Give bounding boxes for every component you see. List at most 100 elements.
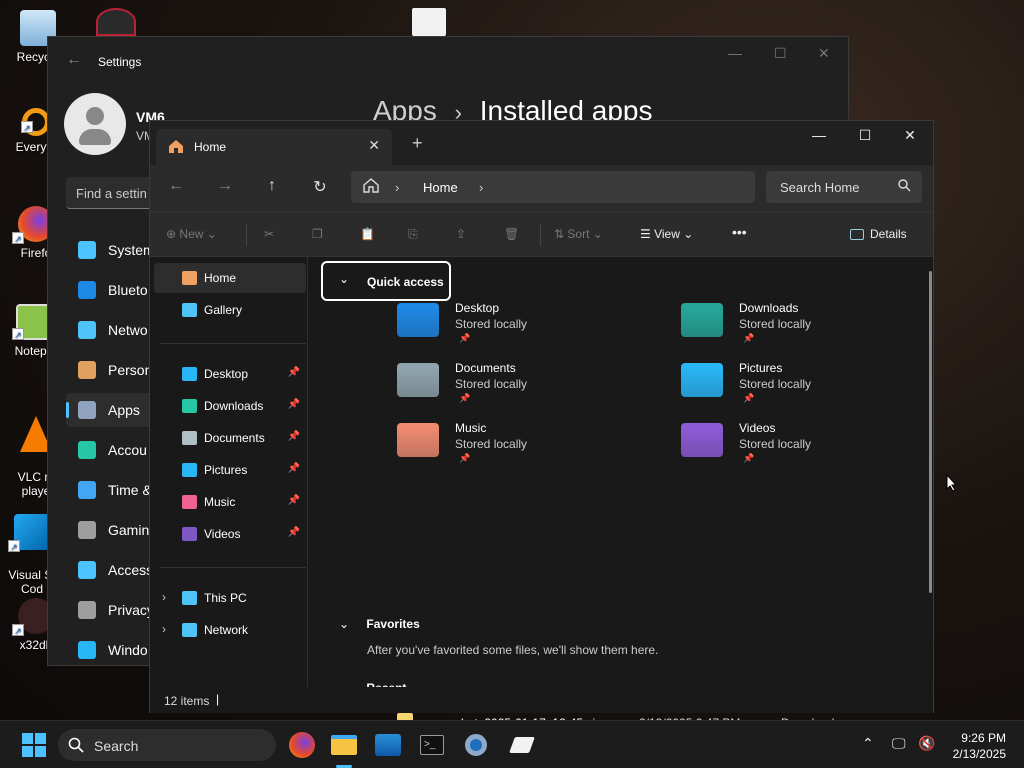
new-tab-icon[interactable]: + <box>412 133 423 154</box>
cut-icon[interactable]: ✂ <box>264 227 274 241</box>
content-area: ⌄ Quick access Desktop Stored locally 📌 Dow… <box>309 257 933 767</box>
nav-item-pictures[interactable]: Pictures 📌 <box>154 455 306 485</box>
command-bar: ⊕ New ⌄ ✂ ❐ 📋 ⎘ ⇪ 🗑 ⇅ Sort ⌄ ☰ View ⌄ ••… <box>150 211 933 257</box>
taskbar-file-explorer[interactable] <box>328 729 360 768</box>
quick-access-header[interactable]: ⌄ Quick access <box>321 261 451 301</box>
chevron-right-icon[interactable]: › <box>395 180 399 195</box>
sort-button[interactable]: ⇅ Sort ⌄ <box>554 227 603 241</box>
divider <box>160 343 306 344</box>
favorites-empty-text: After you've favorited some files, we'll… <box>367 643 659 657</box>
close-icon[interactable]: ✕ <box>818 45 830 62</box>
quick-access-videos[interactable]: Videos Stored locally 📌 <box>681 419 941 473</box>
taskbar-search[interactable]: Search <box>58 729 276 761</box>
quick-access-downloads[interactable]: Downloads Stored locally 📌 <box>681 299 941 353</box>
nav-item-this-pc[interactable]: › This PC <box>154 583 306 613</box>
pictures-icon <box>182 463 197 477</box>
nav-item-network[interactable]: › Network <box>154 615 306 645</box>
nav-item-desktop[interactable]: Desktop 📌 <box>154 359 306 389</box>
minimize-icon[interactable]: — <box>804 127 834 143</box>
minimize-icon[interactable]: — <box>728 45 742 61</box>
pin-icon[interactable]: 📌 <box>288 399 300 410</box>
nav-item-gallery[interactable]: Gallery <box>154 295 306 325</box>
gear-icon <box>465 734 487 756</box>
address-bar-row: ← → ↑ ↻ › Home › Search Home <box>150 165 933 211</box>
nav-item-music[interactable]: Music 📌 <box>154 487 306 517</box>
desktop-icon-document[interactable] <box>412 8 446 36</box>
quick-access-music[interactable]: Music Stored locally 📌 <box>397 419 657 473</box>
forward-arrow-icon[interactable]: → <box>213 177 237 195</box>
address-bar[interactable]: › Home › <box>351 171 755 203</box>
music-folder-icon <box>397 423 439 457</box>
settings-nav-icon <box>78 441 96 459</box>
chevron-down-icon: ⌄ <box>339 617 350 631</box>
taskbar-eraser-app[interactable] <box>506 729 538 761</box>
quick-access-documents[interactable]: Documents Stored locally 📌 <box>397 359 657 413</box>
videos-icon <box>182 527 197 541</box>
tab-home[interactable]: Home ✕ <box>156 129 392 165</box>
nav-item-downloads[interactable]: Downloads 📌 <box>154 391 306 421</box>
view-button[interactable]: ☰ View ⌄ <box>640 227 693 241</box>
back-arrow-icon[interactable]: ← <box>164 177 188 195</box>
details-button[interactable]: Details <box>850 227 907 241</box>
close-window-icon[interactable]: ✕ <box>895 127 925 144</box>
start-button[interactable] <box>18 729 50 761</box>
chevron-right-icon[interactable]: › <box>162 622 166 636</box>
mouse-cursor <box>946 473 958 495</box>
nav-item-home[interactable]: Home <box>154 263 306 293</box>
delete-icon[interactable]: 🗑 <box>504 227 519 241</box>
pin-icon[interactable]: 📌 <box>288 527 300 538</box>
refresh-icon[interactable]: ↻ <box>308 177 332 197</box>
taskbar-firefox[interactable] <box>286 729 318 761</box>
pin-icon[interactable]: 📌 <box>288 431 300 442</box>
eraser-icon <box>509 737 535 753</box>
firefox-icon <box>289 732 315 758</box>
back-arrow-icon[interactable]: ← <box>66 51 82 69</box>
home-icon[interactable] <box>363 178 379 196</box>
breadcrumb-home[interactable]: Home <box>423 180 458 195</box>
downloads-icon <box>182 399 197 413</box>
pin-icon[interactable]: 📌 <box>288 367 300 378</box>
chevron-down-icon: ⌄ <box>339 272 350 286</box>
file-explorer-window[interactable]: Home ✕ + — ☐ ✕ ← → ↑ ↻ › Home › Search H… <box>149 120 934 767</box>
desktop-icon-partial[interactable] <box>96 8 136 36</box>
quick-access-desktop[interactable]: Desktop Stored locally 📌 <box>397 299 657 353</box>
favorites-header[interactable]: ⌄ Favorites <box>339 617 420 631</box>
pictures-folder-icon <box>681 363 723 397</box>
pin-icon: 📌 <box>459 393 471 403</box>
maximize-icon[interactable]: ☐ <box>850 127 880 144</box>
share-icon[interactable]: ⇪ <box>456 227 466 241</box>
taskbar-clock[interactable]: 9:26 PM 2/13/2025 <box>953 730 1006 762</box>
chevron-up-icon[interactable]: ⌃ <box>862 735 874 752</box>
network-icon[interactable]: 🖵 <box>892 735 906 752</box>
up-arrow-icon[interactable]: ↑ <box>260 177 284 195</box>
taskbar-photos[interactable] <box>372 729 404 761</box>
network-icon <box>182 623 197 637</box>
maximize-icon[interactable]: ☐ <box>774 45 787 62</box>
copy-icon[interactable]: ❐ <box>312 227 323 241</box>
close-tab-icon[interactable]: ✕ <box>368 137 380 154</box>
plus-circle-icon: ⊕ <box>166 227 177 241</box>
more-options-icon[interactable]: ••• <box>732 224 747 240</box>
pin-icon[interactable]: 📌 <box>288 495 300 506</box>
vertical-scrollbar[interactable] <box>929 271 932 593</box>
paste-icon[interactable]: 📋 <box>360 227 375 241</box>
pin-icon[interactable]: 📌 <box>288 463 300 474</box>
nav-item-videos[interactable]: Videos 📌 <box>154 519 306 549</box>
taskbar-terminal[interactable]: >_ <box>416 729 448 761</box>
rename-icon[interactable]: ⎘ <box>408 227 418 242</box>
music-icon <box>182 495 197 509</box>
quick-access-pictures[interactable]: Pictures Stored locally 📌 <box>681 359 941 413</box>
item-count: 12 items <box>164 694 210 708</box>
chevron-right-icon[interactable]: › <box>162 590 166 604</box>
search-input[interactable]: Search Home <box>766 171 922 203</box>
nav-item-documents[interactable]: Documents 📌 <box>154 423 306 453</box>
volume-muted-icon[interactable]: 🔇 <box>918 735 935 752</box>
taskbar-settings[interactable] <box>460 729 492 761</box>
settings-nav-icon <box>78 601 96 619</box>
search-icon <box>68 737 84 756</box>
chevron-right-icon[interactable]: › <box>479 180 483 195</box>
divider <box>540 224 541 246</box>
settings-nav-icon <box>78 481 96 499</box>
documents-folder-icon <box>397 363 439 397</box>
new-button[interactable]: ⊕ New ⌄ <box>166 227 217 241</box>
